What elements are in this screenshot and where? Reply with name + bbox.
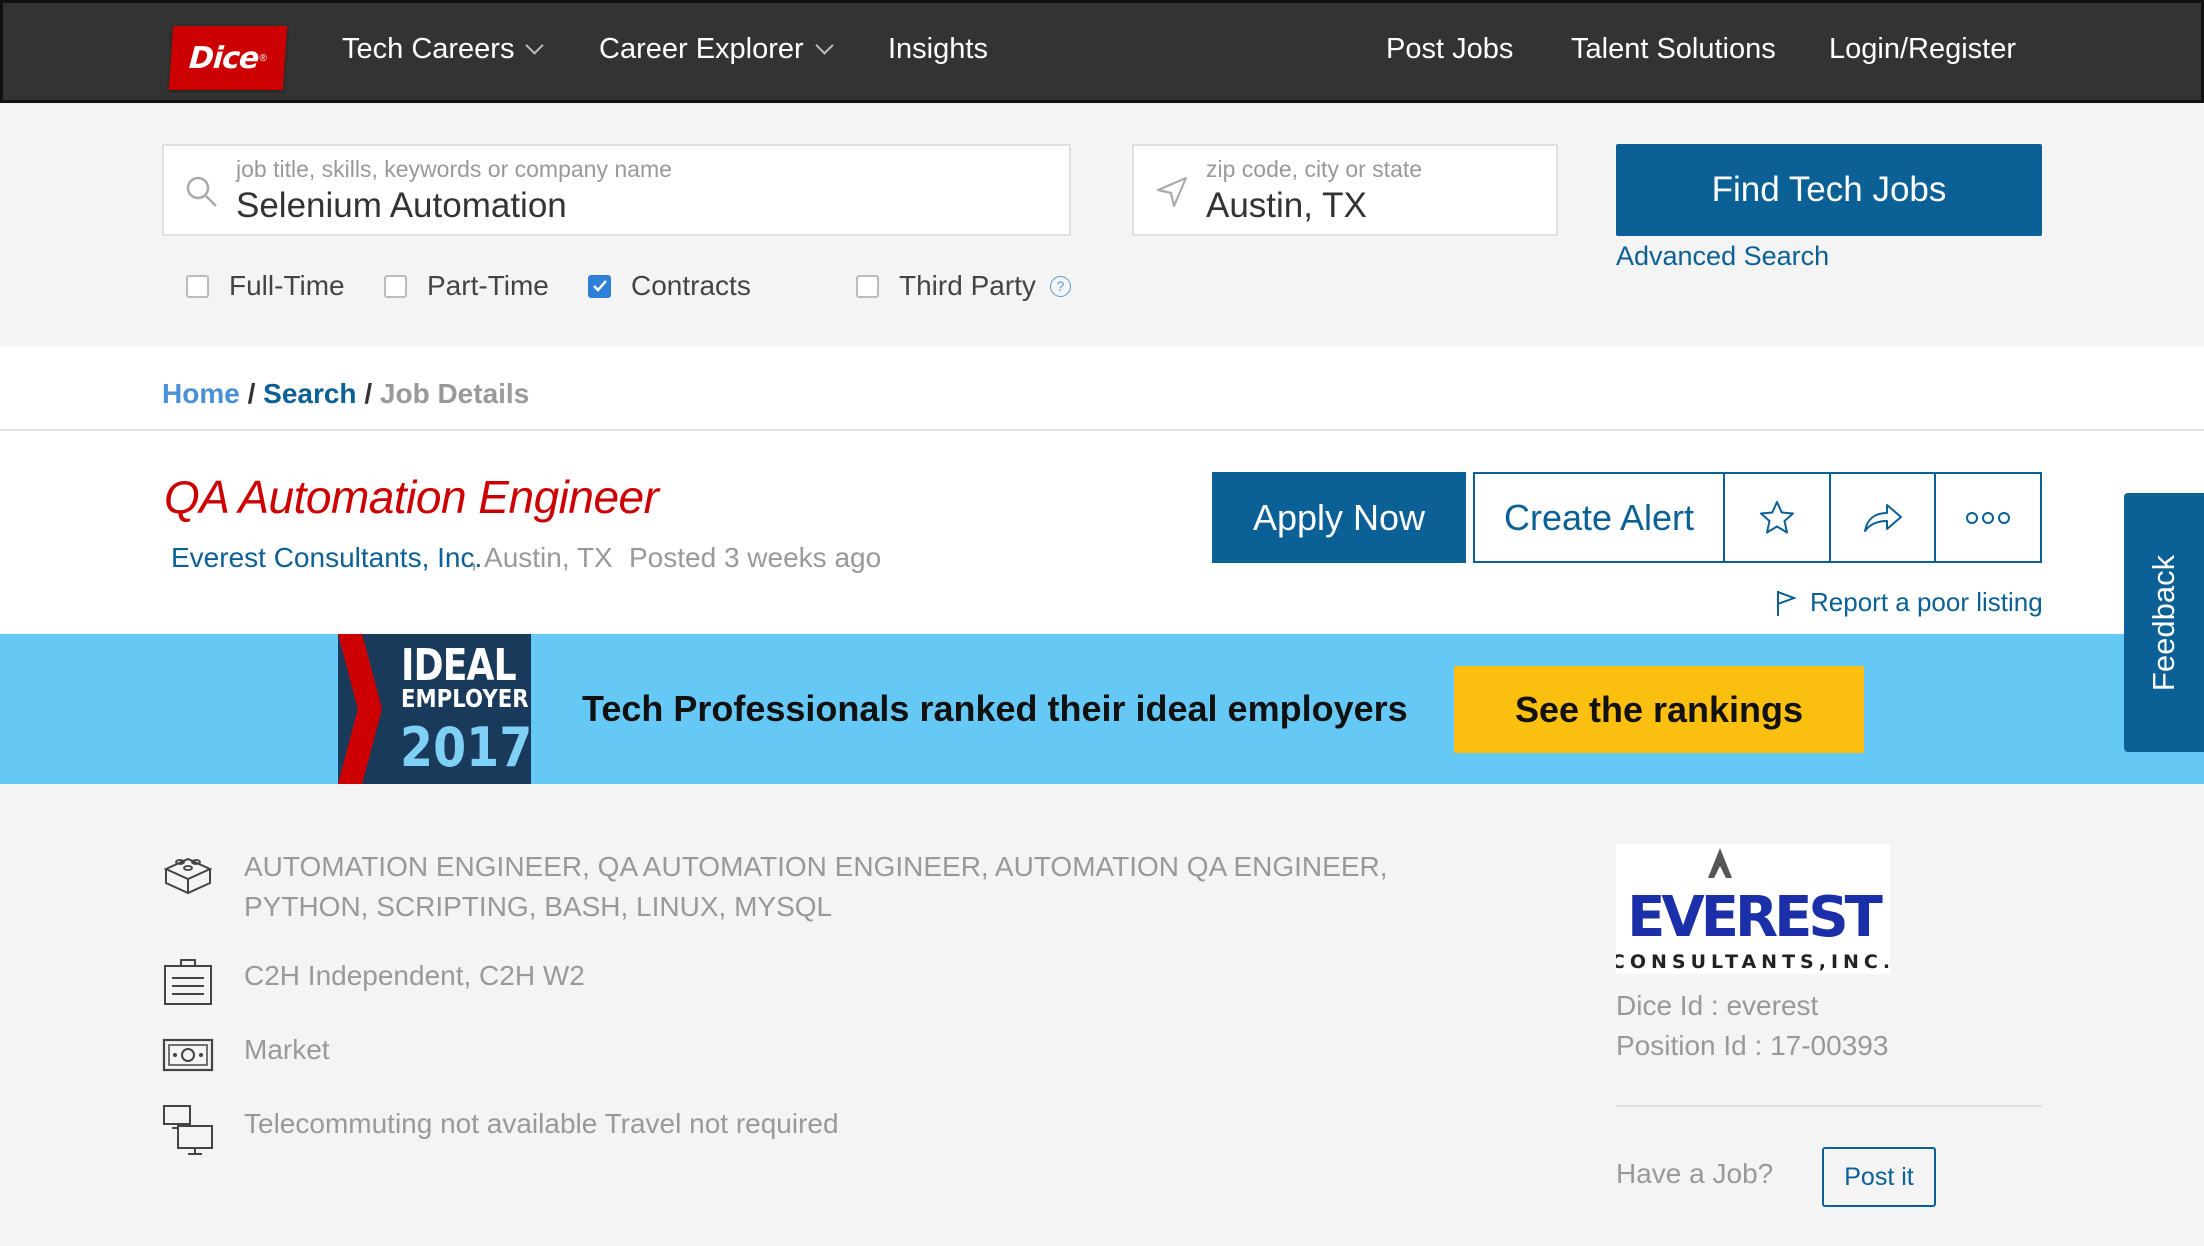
skills-text: AUTOMATION ENGINEER, QA AUTOMATION ENGIN… (244, 851, 1388, 922)
breadcrumb-divider (0, 429, 2204, 431)
search-icon (186, 176, 217, 207)
more-options-button[interactable] (1936, 474, 2040, 561)
share-arrow-icon (1863, 503, 1902, 532)
create-alert-button[interactable]: Create Alert (1475, 474, 1725, 561)
telecommute-text: Telecommuting not available Travel not r… (244, 1108, 839, 1139)
advanced-search-link[interactable]: Advanced Search (1616, 241, 1829, 272)
nav-insights[interactable]: Insights (888, 33, 988, 66)
filter-full-time[interactable]: Full-Time (186, 270, 345, 302)
nav-tech-careers[interactable]: Tech Careers (342, 33, 545, 66)
feedback-label: Feedback (2146, 554, 2182, 691)
logo-main-text: EVEREST (1627, 885, 1883, 950)
badge-red-chevron (338, 634, 382, 784)
star-icon (1759, 500, 1794, 533)
save-job-button[interactable] (1725, 474, 1831, 561)
job-title: QA Automation Engineer (164, 471, 659, 523)
employment-type-row: C2H Independent, C2H W2 (162, 956, 585, 1008)
part-time-checkbox[interactable] (384, 274, 407, 298)
chevron-down-icon (814, 36, 834, 55)
feedback-tab[interactable]: Feedback (2124, 493, 2204, 752)
find-tech-jobs-button[interactable]: Find Tech Jobs (1616, 144, 2042, 236)
position-id: Position Id : 17-00393 (1616, 1030, 1889, 1061)
filter-third-party[interactable]: Third Party? (856, 270, 1071, 302)
employment-type-text: C2H Independent, C2H W2 (244, 960, 585, 991)
checkmark-icon (592, 280, 607, 292)
breadcrumb-current: Job Details (379, 378, 530, 409)
skills-row: AUTOMATION ENGINEER, QA AUTOMATION ENGIN… (162, 847, 1444, 927)
sidebar-divider (1616, 1105, 2042, 1107)
breadcrumb-home[interactable]: Home (162, 378, 240, 409)
apply-now-button[interactable]: Apply Now (1212, 472, 1466, 563)
nav-post-jobs[interactable]: Post Jobs (1386, 33, 1513, 66)
logo-registered-mark: ® (259, 52, 268, 64)
badge-ideal-text: IDEAL (401, 640, 517, 691)
badge-year-text: 2017 (400, 716, 531, 779)
briefcase-icon (164, 959, 212, 1005)
nav-career-explorer[interactable]: Career Explorer (599, 33, 834, 66)
posted-date: Posted 3 weeks ago (629, 542, 882, 573)
full-time-checkbox[interactable] (186, 274, 209, 298)
everest-logo-image: EVEREST CONSULTANTS,INC. (1611, 848, 1890, 973)
have-a-job-text: Have a Job? (1616, 1158, 1774, 1189)
computers-icon (163, 1105, 213, 1155)
company-logo[interactable]: EVEREST CONSULTANTS,INC. (1611, 844, 1890, 974)
keyword-placeholder: job title, skills, keywords or company n… (236, 156, 672, 182)
skills-blocks-icon (163, 857, 213, 895)
nav-login-register[interactable]: Login/Register (1829, 33, 2016, 66)
report-listing-link[interactable]: Report a poor listing (1776, 587, 2043, 618)
flag-icon (1777, 590, 1796, 616)
chevron-down-icon (525, 36, 545, 55)
full-time-label: Full-Time (229, 270, 345, 301)
more-dots-icon (1966, 511, 2011, 524)
company-link[interactable]: Everest Consultants, Inc. (171, 542, 482, 574)
breadcrumb-separator: / (247, 378, 256, 409)
logo-sub-text: CONSULTANTS,INC. (1616, 951, 1890, 973)
telecommute-row: Telecommuting not available Travel not r… (162, 1104, 839, 1164)
share-job-button[interactable] (1831, 474, 1937, 561)
ideal-employer-badge: IDEAL EMPLOYER 2017 (338, 634, 531, 784)
see-rankings-button[interactable]: See the rankings (1454, 666, 1864, 753)
salary-row: Market (162, 1030, 330, 1082)
job-actions-group: Create Alert (1473, 472, 2042, 563)
breadcrumb-search[interactable]: Search (263, 378, 356, 409)
part-time-label: Part-Time (427, 270, 549, 301)
logo-text: Dice (187, 40, 260, 76)
post-it-button[interactable]: Post it (1822, 1147, 1936, 1207)
third-party-label: Third Party (899, 270, 1036, 301)
contracts-checkbox[interactable] (588, 274, 611, 298)
dice-id: Dice Id : everest (1616, 990, 1819, 1021)
location-input[interactable] (1206, 186, 1544, 226)
keyword-search-field[interactable]: job title, skills, keywords or company n… (162, 144, 1071, 236)
nav-career-explorer-label: Career Explorer (599, 33, 804, 65)
dice-logo[interactable]: Dice ® (168, 26, 288, 90)
breadcrumb-separator: / (364, 378, 373, 409)
report-listing-label: Report a poor listing (1810, 587, 2043, 617)
third-party-checkbox[interactable] (856, 274, 879, 298)
salary-text: Market (244, 1034, 330, 1065)
filter-part-time[interactable]: Part-Time (384, 270, 549, 302)
help-icon[interactable]: ? (1049, 275, 1071, 297)
badge-employer-text: EMPLOYER (401, 684, 529, 713)
money-bill-icon (162, 1038, 214, 1072)
location-search-field[interactable]: zip code, city or state (1132, 144, 1558, 236)
banner-headline: Tech Professionals ranked their ideal em… (582, 688, 1408, 729)
nav-talent-solutions[interactable]: Talent Solutions (1571, 33, 1776, 66)
location-placeholder: zip code, city or state (1206, 156, 1423, 182)
breadcrumb: Home / Search / Job Details (162, 378, 529, 410)
nav-tech-careers-label: Tech Careers (342, 33, 515, 65)
keyword-input[interactable] (236, 186, 960, 226)
job-location: , Austin, TX (470, 542, 613, 573)
contracts-label: Contracts (631, 270, 751, 301)
location-arrow-icon (1156, 176, 1188, 208)
filter-contracts[interactable]: Contracts (588, 270, 751, 302)
